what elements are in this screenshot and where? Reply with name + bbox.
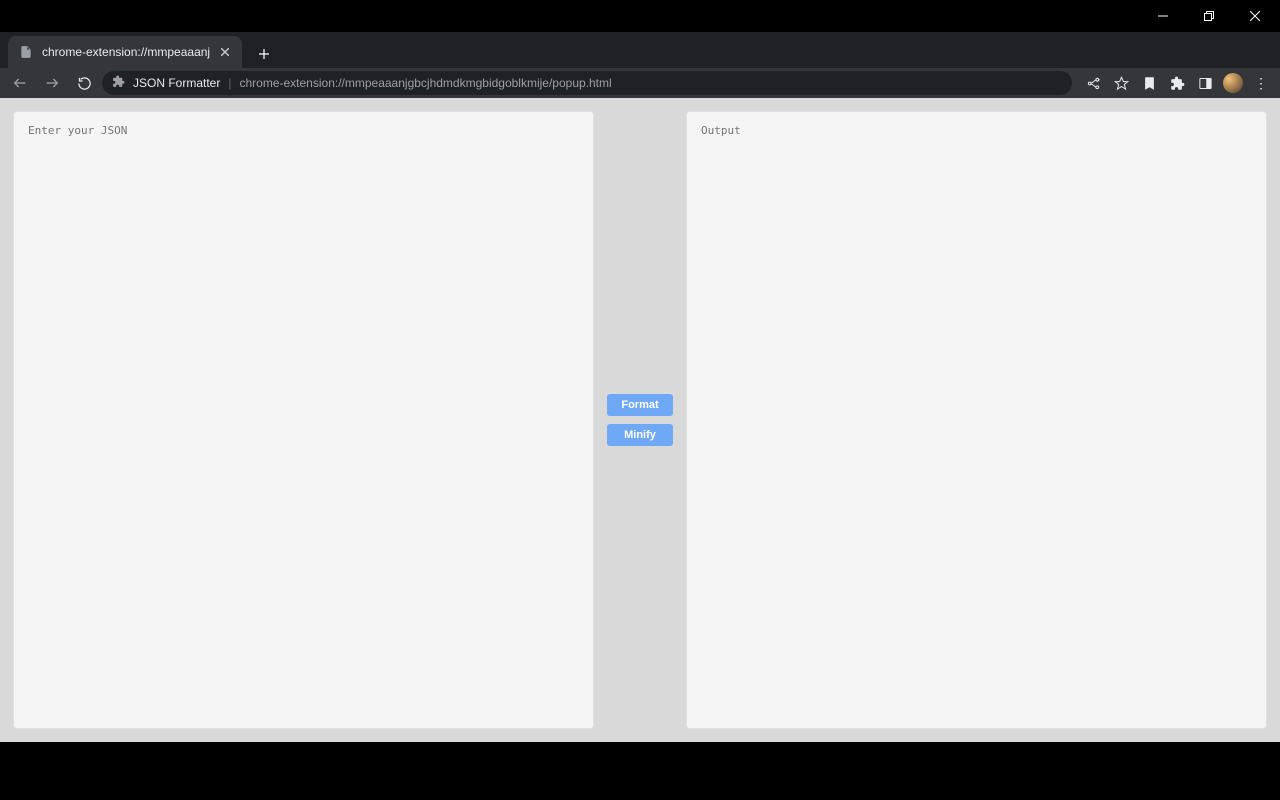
- omnibox-extension-name: JSON Formatter: [133, 76, 220, 90]
- os-titlebar: [0, 0, 1280, 32]
- json-input[interactable]: [13, 111, 594, 729]
- browser-menu-button[interactable]: ⋮: [1248, 70, 1274, 96]
- side-panel-icon[interactable]: [1192, 70, 1218, 96]
- extensions-puzzle-icon[interactable]: [1164, 70, 1190, 96]
- extension-icon: [112, 75, 125, 91]
- reading-list-icon[interactable]: [1136, 70, 1162, 96]
- tab-close-icon[interactable]: [218, 45, 232, 59]
- new-tab-button[interactable]: [250, 40, 278, 68]
- format-button[interactable]: Format: [607, 394, 673, 416]
- window-close-button[interactable]: [1232, 0, 1278, 32]
- browser-tab-active[interactable]: chrome-extension://mmpeaaanj: [8, 36, 242, 68]
- tab-title: chrome-extension://mmpeaaanj: [42, 45, 210, 59]
- minify-button[interactable]: Minify: [607, 424, 673, 446]
- profile-avatar[interactable]: [1220, 70, 1246, 96]
- toolbar-actions: ⋮: [1076, 70, 1274, 96]
- browser-toolbar: JSON Formatter | chrome-extension://mmpe…: [0, 68, 1280, 98]
- json-output[interactable]: [686, 111, 1267, 729]
- window-maximize-button[interactable]: [1186, 0, 1232, 32]
- window-minimize-button[interactable]: [1140, 0, 1186, 32]
- share-icon[interactable]: [1080, 70, 1106, 96]
- bottom-letterbox: [0, 742, 1280, 800]
- file-icon: [18, 44, 34, 60]
- avatar-icon: [1223, 73, 1243, 93]
- json-formatter-app: Format Minify: [0, 98, 1280, 742]
- tab-strip: chrome-extension://mmpeaaanj: [0, 32, 1280, 68]
- page-viewport: Format Minify: [0, 98, 1280, 800]
- nav-back-button[interactable]: [6, 69, 34, 97]
- action-column: Format Minify: [607, 111, 673, 729]
- omnibox-separator: |: [228, 76, 231, 90]
- omnibox-url: chrome-extension://mmpeaaanjgbcjhdmdkmgb…: [239, 76, 611, 90]
- nav-forward-button[interactable]: [38, 69, 66, 97]
- bookmark-star-icon[interactable]: [1108, 70, 1134, 96]
- address-bar[interactable]: JSON Formatter | chrome-extension://mmpe…: [102, 71, 1072, 95]
- nav-reload-button[interactable]: [70, 69, 98, 97]
